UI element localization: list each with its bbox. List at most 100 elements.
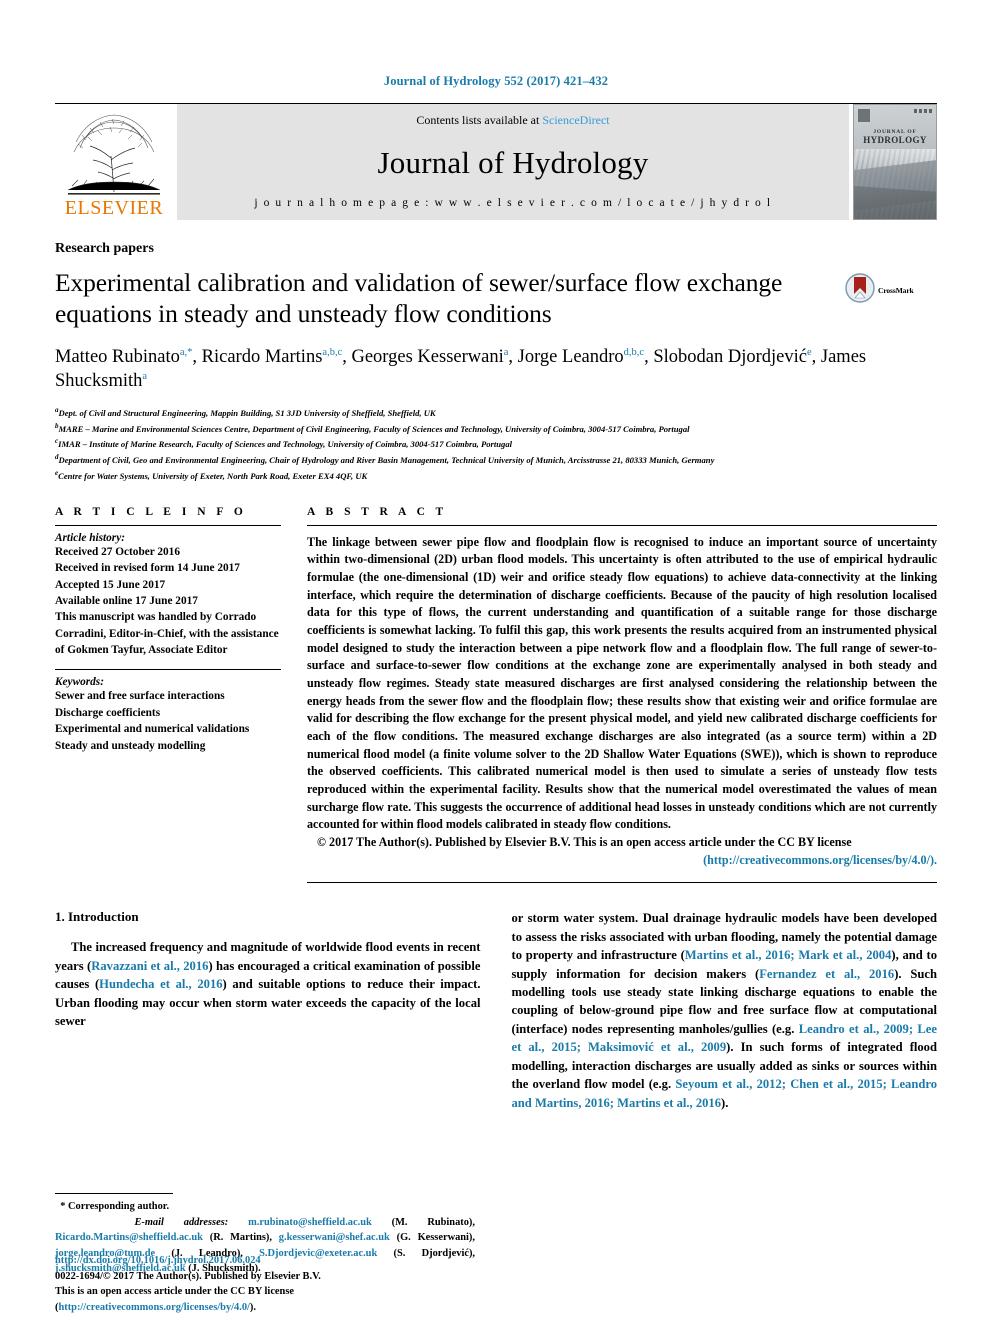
elsevier-tree-icon bbox=[66, 108, 162, 196]
affiliation-item: cIMAR – Institute of Marine Research, Fa… bbox=[55, 436, 937, 452]
article-info-label: A R T I C L E I N F O bbox=[55, 505, 247, 518]
footer-license-line: This is an open access article under the… bbox=[55, 1284, 485, 1315]
affiliation-item: bMARE – Marine and Environmental Science… bbox=[55, 421, 937, 437]
email-label: E-mail addresses: bbox=[134, 1216, 229, 1228]
citation-link[interactable]: Hundecha et al., 2016 bbox=[99, 977, 222, 991]
elsevier-logo: ELSEVIER bbox=[55, 104, 173, 220]
author-item: Slobodan Djordjeviće, bbox=[653, 347, 821, 367]
author-name: Slobodan Djordjević bbox=[653, 346, 807, 367]
affiliation-text: Centre for Water Systems, University of … bbox=[58, 470, 368, 481]
history-item: Accepted 15 June 2017 bbox=[55, 578, 166, 591]
journal-banner: ELSEVIER Contents lists available at Sci… bbox=[55, 103, 937, 220]
affiliation-text: MARE – Marine and Environmental Sciences… bbox=[58, 423, 690, 434]
keyword-item: Steady and unsteady modelling bbox=[55, 739, 206, 752]
divider bbox=[307, 882, 937, 884]
crossmark-label: CrossMark bbox=[878, 286, 914, 295]
footnote-divider bbox=[55, 1192, 173, 1194]
corresponding-author-note: * Corresponding author. bbox=[55, 1199, 475, 1215]
doi-link[interactable]: http://dx.doi.org/10.1016/j.jhydrol.2017… bbox=[55, 1253, 485, 1268]
crossmark-badge[interactable]: CrossMark bbox=[845, 268, 937, 308]
email-link[interactable]: m.rubinato@sheffield.ac.uk bbox=[248, 1217, 372, 1228]
body-columns: 1. Introduction The increased frequency … bbox=[55, 909, 937, 1112]
body-column-left: 1. Introduction The increased frequency … bbox=[55, 909, 481, 1112]
article-history-block: Article history: Received 27 October 201… bbox=[55, 532, 281, 659]
elsevier-wordmark: ELSEVIER bbox=[64, 197, 164, 219]
citation-link[interactable]: Ravazzani et al., 2016 bbox=[91, 959, 208, 973]
author-name: Georges Kesserwani bbox=[351, 346, 504, 367]
journal-homepage[interactable]: j o u r n a l h o m e p a g e : w w w . … bbox=[254, 197, 771, 209]
intro-paragraph-right: or storm water system. Dual drainage hyd… bbox=[512, 909, 938, 1112]
affiliation-item: aDept. of Civil and Structural Engineeri… bbox=[55, 405, 937, 421]
paper-page: Journal of Hydrology 552 (2017) 421–432 bbox=[0, 0, 992, 1323]
running-head: Journal of Hydrology 552 (2017) 421–432 bbox=[383, 74, 609, 88]
author-list: Matteo Rubinatoa,*, Ricardo Martinsa,b,c… bbox=[55, 345, 937, 394]
author-item: Ricardo Martinsa,b,c, bbox=[202, 347, 352, 367]
divider bbox=[55, 524, 281, 526]
author-affil-mark: a,* bbox=[179, 346, 193, 358]
keywords-title: Keywords: bbox=[55, 676, 104, 689]
section-kicker: Research papers bbox=[55, 241, 154, 256]
author-item: Georges Kesserwania, bbox=[351, 347, 517, 367]
author-item: Jorge Leandrod,b,c, bbox=[518, 347, 654, 367]
body-column-right: or storm water system. Dual drainage hyd… bbox=[512, 909, 938, 1112]
author-affil-mark: a,b,c bbox=[322, 346, 343, 358]
author-affil-mark: d,b,c bbox=[623, 346, 645, 358]
history-item: Available online 17 June 2017 bbox=[55, 594, 198, 607]
footer-license-post: ). bbox=[249, 1301, 256, 1313]
cover-bars-icon bbox=[914, 109, 932, 123]
sciencedirect-link[interactable]: ScienceDirect bbox=[542, 113, 609, 127]
email-owner: (G. Kesserwani), bbox=[389, 1232, 475, 1244]
history-item: Received 27 October 2016 bbox=[55, 545, 180, 558]
info-abstract-row: A R T I C L E I N F O Article history: R… bbox=[55, 505, 937, 884]
issn-line: 0022-1694/© 2017 The Author(s). Publishe… bbox=[55, 1270, 321, 1282]
citation-link[interactable]: Martins et al., 2016; Mark et al., 2004 bbox=[685, 948, 892, 962]
license-link[interactable]: (http://creativecommons.org/licenses/by/… bbox=[703, 853, 937, 867]
affiliation-text: IMAR – Institute of Marine Research, Fac… bbox=[58, 439, 513, 450]
cover-journal-name: JOURNAL OF HYDROLOGY bbox=[854, 129, 936, 146]
abstract-label: A B S T R A C T bbox=[307, 505, 448, 518]
author-sep: , bbox=[508, 346, 518, 367]
abstract-copyright: © 2017 The Author(s). Published by Elsev… bbox=[317, 834, 852, 849]
page-title: Experimental calibration and validation … bbox=[55, 268, 783, 328]
abstract-column: A B S T R A C T The linkage between sewe… bbox=[307, 505, 937, 884]
journal-title: Journal of Hydrology bbox=[377, 144, 649, 180]
cover-journal-big: HYDROLOGY bbox=[863, 135, 927, 146]
author-name: Matteo Rubinato bbox=[55, 346, 180, 367]
abstract-body: The linkage between sewer pipe flow and … bbox=[307, 534, 937, 869]
cover-publisher-icon bbox=[858, 109, 870, 122]
author-item: Matteo Rubinatoa,*, bbox=[55, 347, 202, 367]
email-link[interactable]: Ricardo.Martins@sheffield.ac.uk bbox=[55, 1232, 203, 1243]
citation-link[interactable]: Fernandez et al., 2016 bbox=[759, 967, 894, 981]
history-item: Received in revised form 14 June 2017 bbox=[55, 562, 240, 575]
affiliation-item: eCentre for Water Systems, University of… bbox=[55, 468, 937, 484]
author-sep: , bbox=[811, 346, 821, 367]
keyword-item: Experimental and numerical validations bbox=[55, 723, 250, 736]
article-history-title: Article history: bbox=[55, 531, 125, 544]
author-sep: , bbox=[192, 346, 202, 367]
article-info-column: A R T I C L E I N F O Article history: R… bbox=[55, 506, 307, 883]
email-link[interactable]: g.kesserwani@shef.ac.uk bbox=[279, 1232, 390, 1243]
keyword-item: Discharge coefficients bbox=[55, 706, 161, 719]
divider bbox=[307, 524, 937, 526]
intro-paragraph-left: The increased frequency and magnitude of… bbox=[55, 938, 481, 1030]
author-sep: , bbox=[644, 346, 654, 367]
abstract-text: The linkage between sewer pipe flow and … bbox=[307, 534, 937, 832]
abstract-license: (http://creativecommons.org/licenses/by/… bbox=[307, 852, 937, 870]
author-name: Ricardo Martins bbox=[201, 346, 323, 367]
author-affil-mark: a bbox=[142, 371, 148, 383]
keywords-block: Keywords: Sewer and free surface interac… bbox=[55, 676, 281, 754]
introduction-heading: 1. Introduction bbox=[55, 909, 139, 925]
doi-footer: http://dx.doi.org/10.1016/j.jhydrol.2017… bbox=[55, 1253, 485, 1315]
email-owner: (R. Martins), bbox=[202, 1232, 279, 1244]
journal-cover-thumbnail[interactable]: JOURNAL OF HYDROLOGY bbox=[853, 104, 937, 220]
journal-banner-center: Contents lists available at ScienceDirec… bbox=[177, 104, 849, 220]
history-item: This manuscript was handled by Corrado C… bbox=[55, 611, 279, 657]
cover-journal-small: JOURNAL OF bbox=[873, 129, 917, 135]
cover-ridge-b bbox=[854, 185, 936, 219]
cover-header-row bbox=[858, 109, 932, 123]
footer-license-link[interactable]: http://creativecommons.org/licenses/by/4… bbox=[58, 1302, 249, 1313]
email-owner: (M. Rubinato), bbox=[371, 1216, 475, 1228]
contents-available-line: Contents lists available at ScienceDirec… bbox=[416, 113, 609, 128]
keyword-item: Sewer and free surface interactions bbox=[55, 690, 225, 703]
author-name: Jorge Leandro bbox=[517, 346, 624, 367]
